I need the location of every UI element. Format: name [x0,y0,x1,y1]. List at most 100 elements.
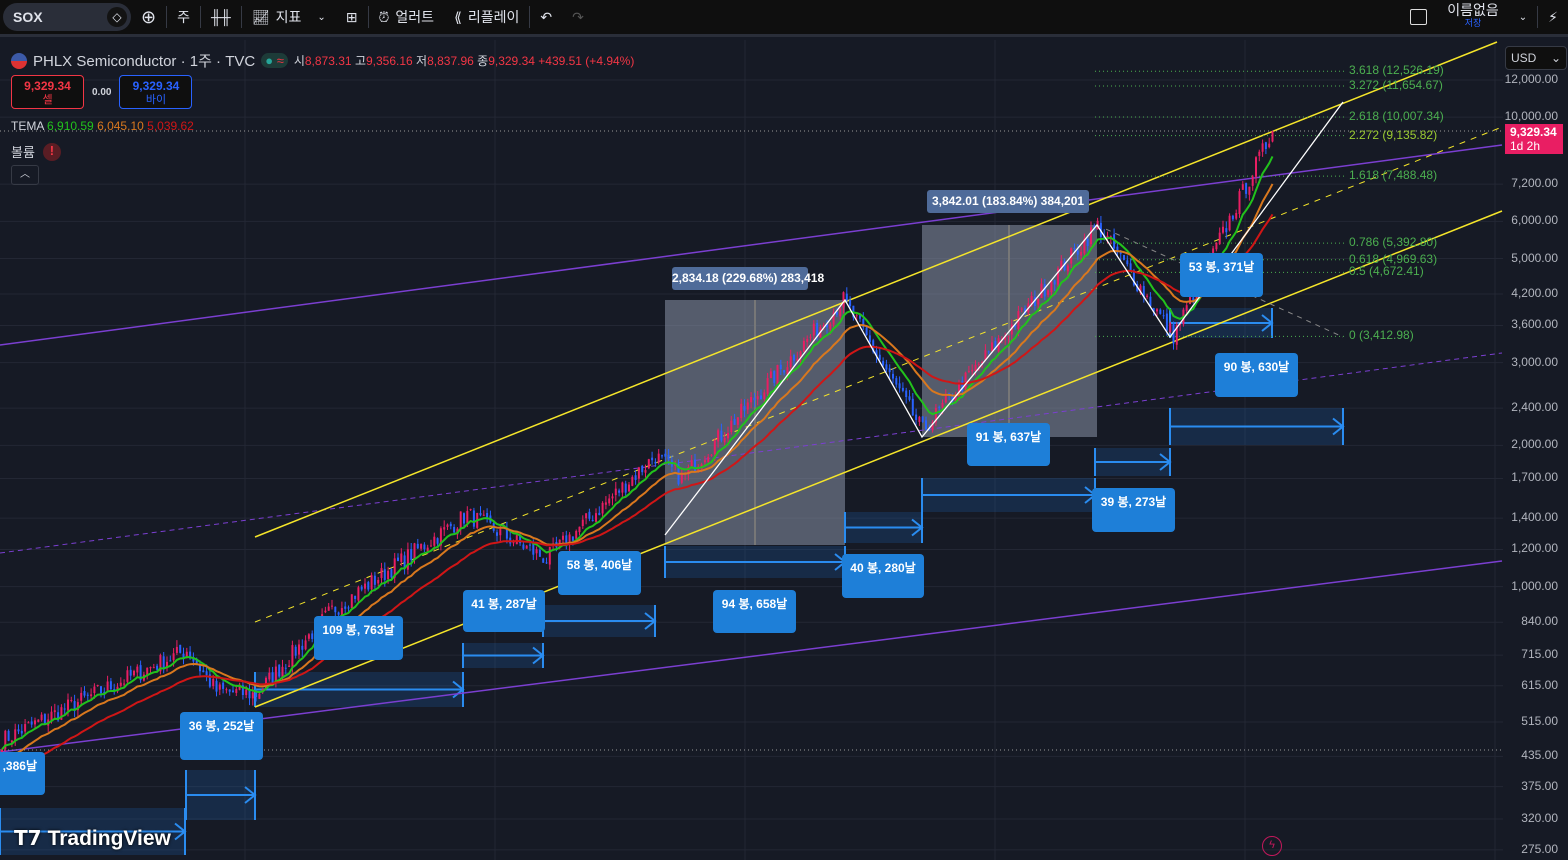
candle-body [1222,226,1224,233]
candle-body [327,606,330,611]
candle-body [806,339,809,343]
candle-body [921,416,924,422]
add-symbol-button[interactable]: ⊕ [131,0,166,34]
collapse-legend-button[interactable]: ︿ [11,165,39,185]
candle-body [123,683,126,685]
candle-body [179,644,182,653]
candle-body [331,605,333,607]
price-tick: 3,600.00 [1511,317,1558,332]
symbol-search[interactable]: SOX ◇ [3,3,131,31]
candle-body [581,519,584,527]
price-tick: 4,200.00 [1511,286,1558,301]
buy-button[interactable]: 9,329.34 바이 [119,75,193,109]
layout-name-button[interactable]: 이름없음 저장 [1437,0,1509,34]
candle-body [27,722,30,724]
interval-button[interactable]: 주 [167,0,200,34]
candle-body [416,543,419,549]
open-label: 시 [293,54,305,68]
date-range-label[interactable]: 58 봉, 406날 [558,551,641,595]
candle-body [218,684,221,690]
date-range-label[interactable]: 53 봉, 371날 [1180,253,1263,297]
chevron-down-icon[interactable]: ⌄ [317,12,325,23]
candle-body [885,364,888,370]
date-range-label[interactable]: 90 봉, 630날 [1215,353,1298,397]
candle-body [548,547,551,565]
price-range-label[interactable]: 3,842.01 (183.84%) 384,201 [927,190,1089,213]
sell-label: 셀 [42,94,53,106]
tema-label: TEMA [11,119,44,133]
candle-body [459,511,462,528]
price-axis[interactable]: 12,000.00 10,000.00 7,200.00 6,000.00 5,000.… [1503,40,1568,860]
candle-body [1215,242,1218,250]
candle-body [288,665,291,667]
candle-body [974,364,977,371]
redo-button[interactable]: ↷ [562,0,594,34]
candle-body [463,513,465,524]
candle-body [964,372,967,390]
candle-body [571,536,574,541]
candle-body [783,370,786,373]
fullscreen-button[interactable] [1400,0,1437,34]
candle-body [882,360,885,366]
templates-button[interactable]: ⊞ [336,0,368,34]
price-range-label[interactable]: 2,834.18 (229.68%) 283,418 [672,267,824,290]
indicators-button[interactable]: 📈︎ 지표 ⌄ [242,0,336,34]
yellow-channel-mid[interactable] [254,126,1503,623]
candle-body [621,482,624,493]
candle-body [918,416,921,422]
symbol-name[interactable]: PHLX Semiconductor · 1주 · TVC [33,50,255,71]
market-status-icon[interactable]: ● ≈ [261,53,288,68]
candle-body [977,364,980,366]
sell-button[interactable]: 9,329.34 셀 [11,75,84,109]
candle-body [469,509,472,511]
candle-body [53,710,56,713]
error-icon[interactable]: ! [42,142,61,161]
yellow-channel-upper[interactable] [254,41,1498,538]
layout-menu-button[interactable]: ⌄ [1509,0,1537,34]
date-range-label[interactable]: 91 봉, 637날 [967,423,1050,466]
chart-type-button[interactable]: ╫╫ [201,0,241,34]
indicators-label: 지표 [275,9,302,25]
candle-body [849,299,852,307]
quick-search-button[interactable]: ⚡︎ [1538,0,1568,34]
chevron-down-icon: ⌄ [1518,11,1528,23]
candle-body [657,453,660,463]
currency-selector[interactable]: USD ⌄ [1505,46,1567,70]
date-range-label[interactable]: 109 봉, 763날 [314,616,403,660]
candle-body [769,371,772,379]
date-range-label[interactable]: ,386날 [0,752,45,795]
lightning-icon[interactable]: ϟ [1262,836,1282,856]
candle-body [1146,295,1149,297]
price-tick: 12,000.00 [1504,72,1558,86]
undo-button[interactable]: ↶ [530,0,562,34]
replay-button[interactable]: ⟪ 리플레이 [444,0,529,34]
date-range-label[interactable]: 94 봉, 658날 [713,590,796,633]
candle-body [595,513,597,522]
date-range-label[interactable]: 39 봉, 273날 [1092,488,1175,532]
date-range-label[interactable]: 36 봉, 252날 [180,712,263,760]
price-tick: 2,000.00 [1511,437,1558,452]
alert-button[interactable]: ⏰︎ 얼러트 [369,0,445,34]
candle-body [235,689,238,693]
diamond-icon[interactable]: ◇ [107,7,127,27]
candle-body [743,405,746,411]
price-tick: 7,200.00 [1511,176,1558,191]
candle-body [228,689,231,692]
candle-body [535,549,538,554]
tema-legend[interactable]: TEMA 6,910.59 6,045.10 5,039.62 [11,119,194,133]
candle-body [925,420,927,430]
date-range-label[interactable]: 40 봉, 280날 [842,554,924,598]
candle-body [793,354,795,361]
candle-body [618,490,621,493]
date-range-label[interactable]: 41 봉, 287날 [463,590,545,632]
candle-body [938,406,941,408]
candle-body [766,378,769,394]
tradingview-logo[interactable]: 𝗧𝟳 TradingView [14,826,171,851]
volume-legend[interactable]: 볼륨! [11,142,61,161]
candle-body [136,666,139,673]
candle-body [736,417,739,425]
candle-body [311,633,314,639]
candle-body [360,586,363,590]
candle-body [1228,215,1231,231]
candle-body [667,455,670,460]
